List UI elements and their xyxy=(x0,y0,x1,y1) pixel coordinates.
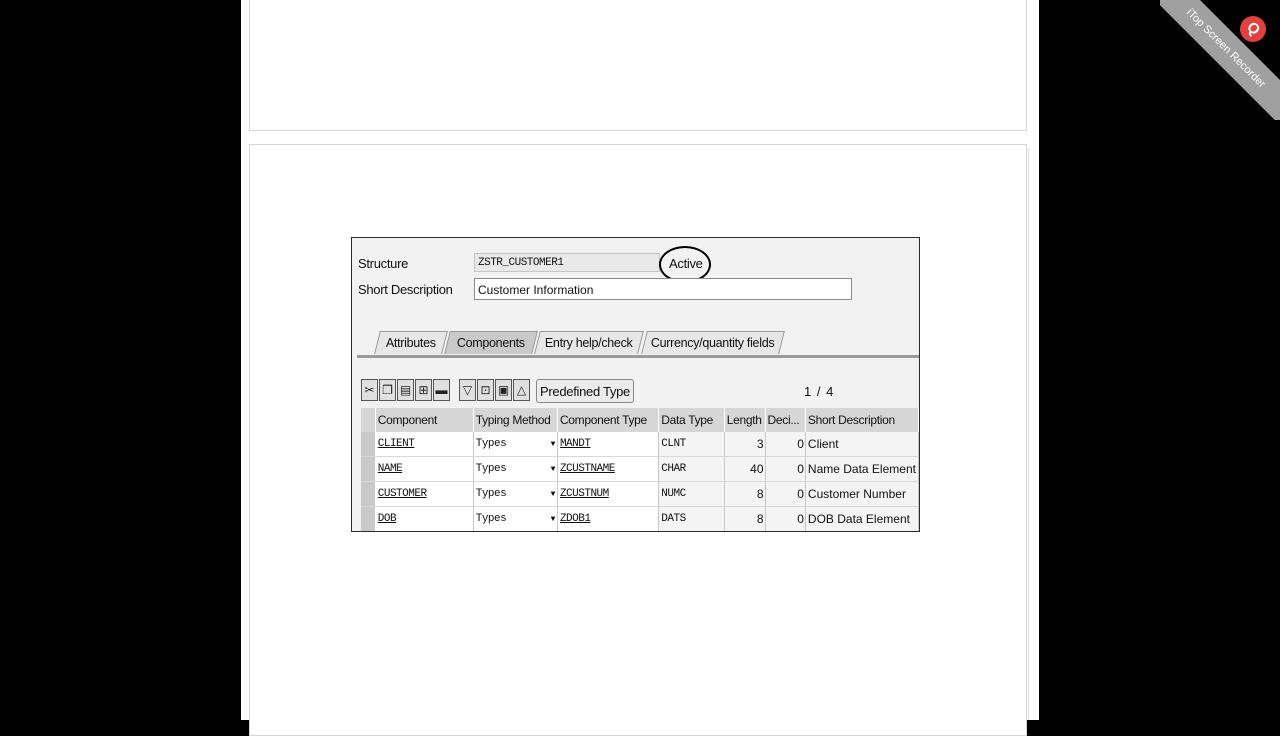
component-cell[interactable]: NAME xyxy=(375,456,474,482)
length-cell: 8 xyxy=(724,481,766,507)
decimals-cell: 0 xyxy=(765,506,806,531)
insert-row-icon[interactable]: ⊞ xyxy=(415,379,432,401)
tab-components[interactable]: Components xyxy=(444,331,538,354)
cut-icon[interactable]: ✂ xyxy=(361,379,378,401)
column-header[interactable]: Data Type xyxy=(658,408,725,432)
component-type-cell[interactable]: ZCUSTNUM xyxy=(557,481,660,507)
paste-icon[interactable]: ▤ xyxy=(397,379,414,401)
delete-row-icon[interactable]: ▬ xyxy=(433,379,450,401)
length-cell: 3 xyxy=(724,432,766,457)
short-description-cell: Customer Number xyxy=(805,481,919,507)
short-description-cell: Name Data Element xyxy=(805,456,919,482)
dropdown-arrow-icon[interactable]: ▼ xyxy=(551,490,556,499)
data-type-cell: CLNT xyxy=(658,432,725,457)
column-header[interactable]: Deci... xyxy=(765,408,806,432)
component-type-cell[interactable]: ZDOB1 xyxy=(557,506,660,531)
dropdown-arrow-icon[interactable]: ▼ xyxy=(551,440,556,449)
short-description-field[interactable]: Customer Information xyxy=(474,278,852,300)
short-description-cell: Client xyxy=(805,432,919,457)
filter-icon[interactable]: △ xyxy=(513,379,530,401)
row-selector[interactable] xyxy=(361,481,376,507)
components-table: Component Typing Method Component Type D… xyxy=(361,408,919,531)
data-type-cell: NUMC xyxy=(658,481,725,507)
component-type-cell[interactable]: ZCUSTNAME xyxy=(557,456,660,482)
column-header[interactable]: Component Type xyxy=(557,408,660,432)
row-selector[interactable] xyxy=(361,506,376,531)
table-row: NAME Types ▼ ZCUSTNAME CHAR 40 0 Name Dat… xyxy=(361,456,919,482)
delete-icon[interactable]: ▣ xyxy=(495,379,512,401)
short-description-label: Short Description xyxy=(358,282,453,297)
page-scrollbar[interactable] xyxy=(1028,148,1035,720)
structure-label: Structure xyxy=(358,256,409,271)
typing-method-cell[interactable]: Types ▼ xyxy=(473,432,558,457)
structure-name-field: ZSTR_CUSTOMER1 xyxy=(474,253,660,272)
table-row: CUSTOMER Types ▼ ZCUSTNUM NUMC 8 0 Custom… xyxy=(361,481,919,507)
decimals-cell: 0 xyxy=(765,481,806,507)
table-header-row: Component Typing Method Component Type D… xyxy=(361,408,919,432)
typing-method-cell[interactable]: Types ▼ xyxy=(473,481,558,507)
data-type-cell: CHAR xyxy=(658,456,725,482)
dropdown-arrow-icon[interactable]: ▼ xyxy=(551,465,556,474)
table-row: CLIENT Types ▼ MANDT CLNT 3 0 Client xyxy=(361,432,919,457)
column-header[interactable]: Component xyxy=(375,408,474,432)
component-cell[interactable]: DOB xyxy=(375,506,474,531)
length-cell: 8 xyxy=(724,506,766,531)
decimals-cell: 0 xyxy=(765,432,806,457)
sap-structure-screenshot: Structure ZSTR_CUSTOMER1 Active Short De… xyxy=(351,237,920,532)
previous-slide-card xyxy=(249,0,1027,131)
decimals-cell: 0 xyxy=(765,456,806,482)
row-selector-header[interactable] xyxy=(361,408,376,432)
slide-card: Structure ZSTR_CUSTOMER1 Active Short De… xyxy=(249,144,1027,736)
row-selector[interactable] xyxy=(361,432,376,457)
data-type-cell: DATS xyxy=(658,506,725,531)
row-pager: 1 / 4 xyxy=(804,384,835,399)
document-page: Structure ZSTR_CUSTOMER1 Active Short De… xyxy=(241,0,1039,736)
predefined-type-button[interactable]: Predefined Type xyxy=(536,379,634,403)
column-header[interactable]: Length xyxy=(724,408,766,432)
sort-icon[interactable]: ▽ xyxy=(459,379,476,401)
column-header[interactable]: Short Description xyxy=(805,408,919,432)
length-cell: 40 xyxy=(724,456,766,482)
recorder-watermark: iTop Screen Recorder Q xyxy=(1160,0,1280,120)
table-row: DOB Types ▼ ZDOB1 DATS 8 0 DOB Data Eleme… xyxy=(361,506,919,531)
component-cell[interactable]: CUSTOMER xyxy=(375,481,474,507)
copy-icon[interactable]: ❐ xyxy=(379,379,396,401)
row-selector[interactable] xyxy=(361,456,376,482)
tab-attributes[interactable]: Attributes xyxy=(374,331,448,354)
dropdown-arrow-icon[interactable]: ▼ xyxy=(551,515,556,524)
tab-currency-quantity-fields[interactable]: Currency/quantity fields xyxy=(641,331,785,354)
component-type-cell[interactable]: MANDT xyxy=(557,432,660,457)
short-description-cell: DOB Data Element xyxy=(805,506,919,531)
typing-method-cell[interactable]: Types ▼ xyxy=(473,506,558,531)
recorder-watermark-text: iTop Screen Recorder xyxy=(1160,0,1280,120)
component-cell[interactable]: CLIENT xyxy=(375,432,474,457)
tab-bar: Attributes Components Entry help/check C… xyxy=(357,331,919,358)
tab-entry-help-check[interactable]: Entry help/check xyxy=(534,331,644,354)
insert-icon[interactable]: ⊡ xyxy=(477,379,494,401)
typing-method-cell[interactable]: Types ▼ xyxy=(473,456,558,482)
column-header[interactable]: Typing Method xyxy=(473,408,558,432)
